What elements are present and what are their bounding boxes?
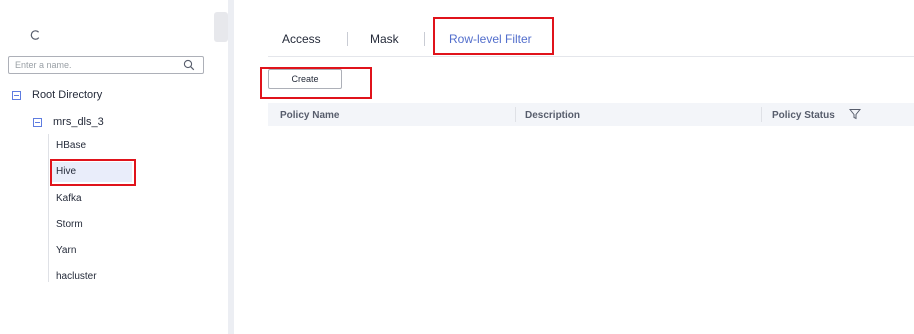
tree-node-label: mrs_dls_3 [53,116,104,128]
column-header-policy-name[interactable]: Policy Name [280,110,339,121]
filter-icon[interactable] [849,108,861,120]
column-separator [761,107,762,122]
tab-separator [347,32,348,46]
splitter-handle[interactable] [214,12,228,42]
column-header-policy-status[interactable]: Policy Status [772,110,835,121]
column-header-description[interactable]: Description [525,110,580,121]
tree-leaf-storm[interactable]: Storm [56,219,83,230]
column-separator [515,107,516,122]
left-panel: Root Directory mrs_dls_3 HBase Hive Kafk… [0,0,214,334]
tabs-underline [268,56,914,57]
table-header: Policy Name Description Policy Status [268,103,914,126]
collapse-icon[interactable] [33,117,42,127]
tree-leaf-hbase[interactable]: HBase [56,140,86,151]
tree-guide-line [48,134,49,282]
tab-row-level-filter[interactable]: Row-level Filter [449,32,532,46]
create-button[interactable]: Create [268,69,342,89]
tree-node-label: Root Directory [32,89,103,101]
tab-access[interactable]: Access [282,32,321,46]
tree-node-cluster[interactable]: mrs_dls_3 [33,116,104,128]
directory-tree: Root Directory mrs_dls_3 HBase Hive Kafk… [0,0,214,334]
tree-leaf-hive[interactable]: Hive [56,166,76,177]
tree-node-root[interactable]: Root Directory [12,89,102,101]
tab-mask[interactable]: Mask [370,32,399,46]
tree-leaf-kafka[interactable]: Kafka [56,193,82,204]
splitter-bar[interactable] [228,0,234,334]
collapse-icon[interactable] [12,90,21,100]
tab-separator [424,32,425,46]
tree-leaf-hacluster[interactable]: hacluster [56,271,97,282]
tree-leaf-yarn[interactable]: Yarn [56,245,76,256]
